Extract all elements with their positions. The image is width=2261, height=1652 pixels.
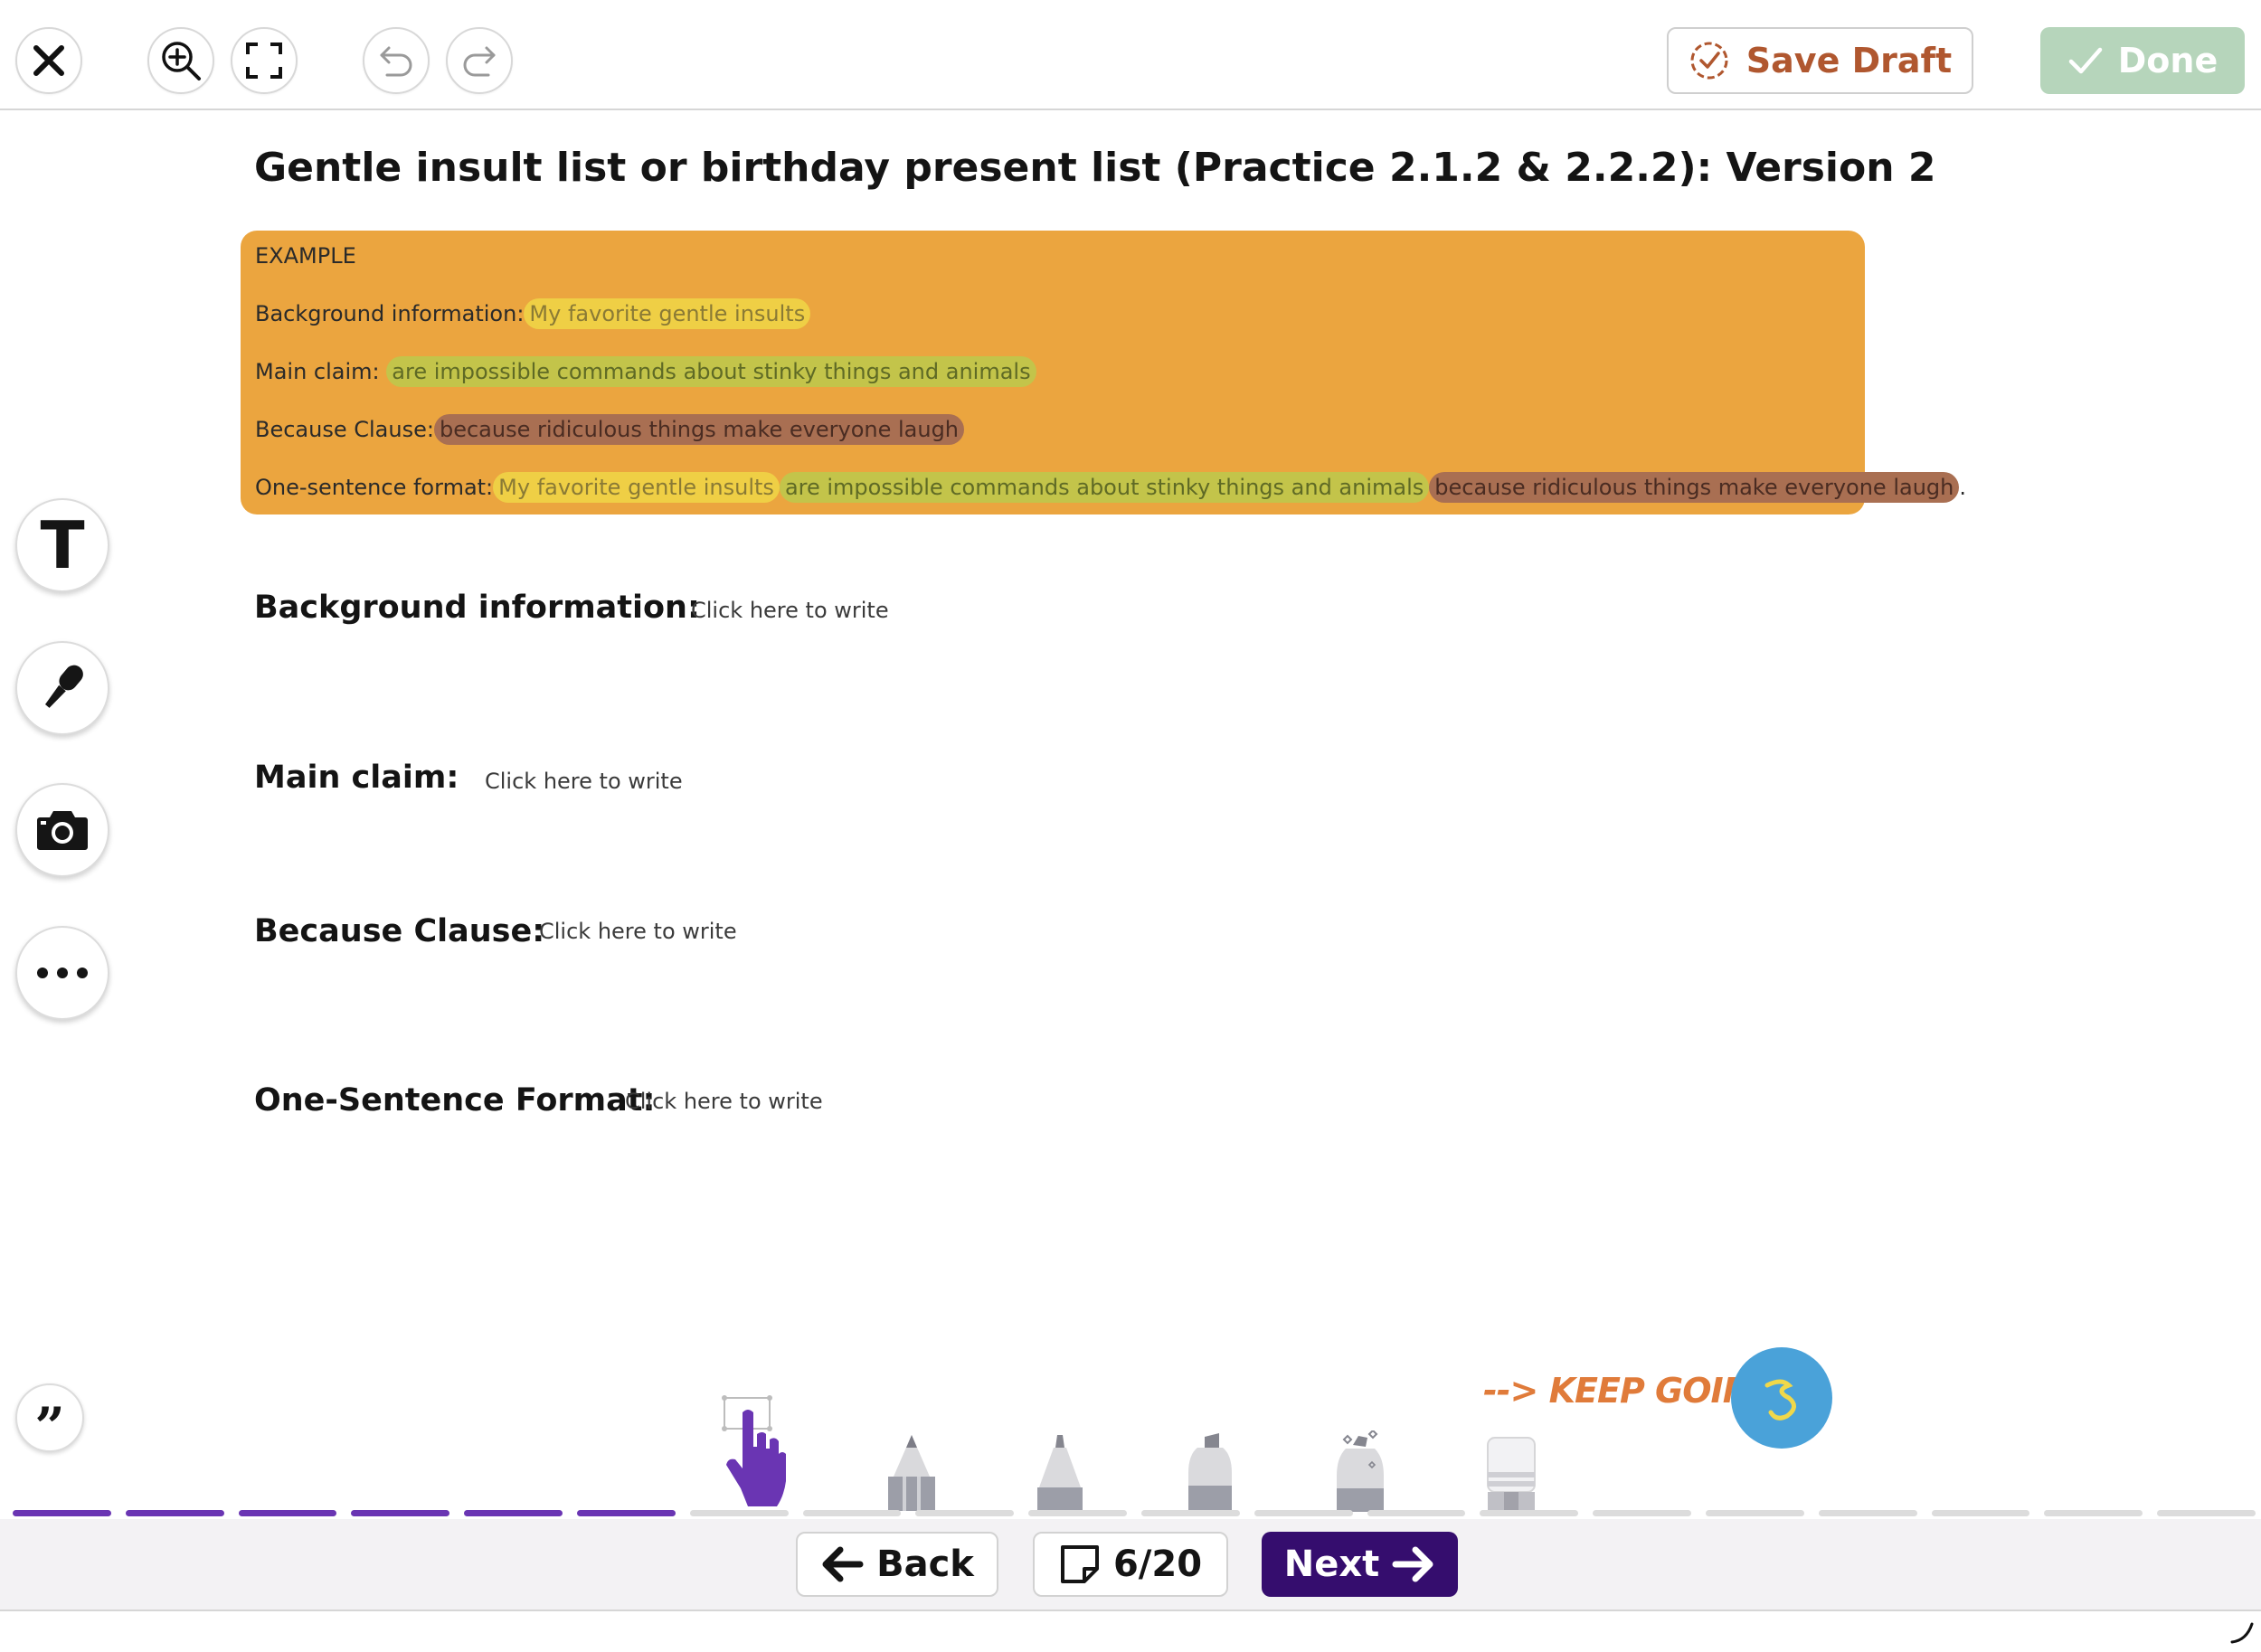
squiggle-icon <box>1764 1379 1796 1421</box>
page-indicator-button[interactable]: 6/20 <box>1033 1532 1228 1597</box>
marker-tool[interactable] <box>1185 1433 1235 1511</box>
close-button[interactable] <box>15 27 82 94</box>
next-label: Next <box>1283 1543 1380 1585</box>
back-label: Back <box>876 1543 974 1585</box>
progress-segment <box>1593 1510 1691 1516</box>
fullscreen-button[interactable] <box>231 27 298 94</box>
microphone-icon <box>44 665 83 708</box>
top-toolbar: Save Draft Done <box>0 0 2261 110</box>
example-because-value: because ridiculous things make everyone … <box>433 414 965 445</box>
background-info-input[interactable]: Click here to write <box>691 598 889 623</box>
example-one-sentence-part3: because ridiculous things make everyone … <box>1429 472 1960 503</box>
example-one-sentence-part1: My favorite gentle insults <box>493 472 780 503</box>
pencil-tool[interactable] <box>886 1433 937 1511</box>
glitter-tool[interactable] <box>1333 1430 1387 1512</box>
resize-handle-icon <box>2230 1622 2254 1644</box>
progress-segment <box>1141 1510 1240 1516</box>
quote-icon: ” <box>34 1396 65 1458</box>
camera-icon <box>37 811 88 850</box>
undo-button[interactable] <box>363 27 430 94</box>
one-sentence-format-label: One-Sentence Format: <box>254 1082 656 1119</box>
progress-segment <box>238 1510 337 1516</box>
progress-segment <box>1706 1510 1804 1516</box>
zoom-in-icon <box>162 42 201 80</box>
microphone-button[interactable] <box>15 641 109 735</box>
redo-icon <box>463 46 496 77</box>
note-page-icon <box>1060 1545 1099 1583</box>
checkmark-icon <box>2068 47 2102 74</box>
progress-segment <box>689 1510 789 1516</box>
progress-segment <box>1818 1510 1917 1516</box>
pen-tool[interactable] <box>1036 1433 1084 1511</box>
example-because-line: Because Clause: because ridiculous things… <box>255 414 965 445</box>
example-one-sentence-label: One-sentence format: <box>255 475 494 500</box>
progress-segment <box>1028 1510 1127 1516</box>
progress-segment <box>1367 1510 1466 1516</box>
example-main-claim-line: Main claim: are impossible commands abou… <box>255 356 1036 387</box>
example-one-sentence-part2: are impossible commands about stinky thi… <box>779 472 1430 503</box>
arrow-right-icon <box>1392 1546 1433 1582</box>
progress-segment <box>1253 1510 1353 1516</box>
camera-button[interactable] <box>15 783 109 877</box>
progress-segment <box>802 1510 902 1516</box>
arrow-left-icon <box>822 1546 864 1582</box>
zoom-button[interactable] <box>147 27 214 94</box>
hand-pointer-tool[interactable] <box>721 1394 791 1510</box>
example-because-label: Because Clause: <box>255 417 434 442</box>
one-sentence-format-input[interactable]: Click here to write <box>625 1089 823 1114</box>
encouragement-badge <box>1731 1347 1832 1449</box>
main-claim-label: Main claim: <box>254 760 459 796</box>
example-one-sentence-line: One-sentence format: My favorite gentle i… <box>255 472 1966 503</box>
progress-segment <box>2157 1510 2256 1516</box>
progress-segment <box>915 1510 1015 1516</box>
progress-segment <box>464 1510 563 1516</box>
progress-segment <box>125 1510 224 1516</box>
example-background-value: My favorite gentle insults <box>524 298 811 329</box>
next-button[interactable]: Next <box>1262 1532 1458 1597</box>
more-options-button[interactable] <box>15 926 109 1020</box>
redo-button[interactable] <box>446 27 513 94</box>
example-main-claim-label: Main claim: <box>255 359 380 384</box>
quote-button[interactable]: ” <box>15 1383 84 1458</box>
save-draft-button[interactable]: Save Draft <box>1667 27 1973 94</box>
example-heading: EXAMPLE <box>255 243 356 269</box>
progress-segment <box>1480 1510 1579 1516</box>
progress-segment <box>1931 1510 2030 1516</box>
close-icon <box>33 45 64 76</box>
progress-segment <box>2044 1510 2143 1516</box>
text-tool-button[interactable]: T <box>15 498 109 592</box>
main-claim-input[interactable]: Click here to write <box>485 769 683 794</box>
back-button[interactable]: Back <box>796 1532 998 1597</box>
save-draft-label: Save Draft <box>1745 41 1953 80</box>
example-main-claim-value: are impossible commands about stinky thi… <box>386 356 1036 387</box>
check-circle-icon <box>1690 42 1728 80</box>
progress-segment <box>13 1510 111 1516</box>
example-box: EXAMPLE Background information: My favori… <box>241 231 1966 514</box>
page-indicator: 6/20 <box>1112 1543 1203 1585</box>
progress-segment <box>577 1510 676 1516</box>
background-info-label: Background information: <box>254 590 700 626</box>
progress-bar <box>13 1510 2256 1517</box>
example-background-line: Background information: My favorite gentl… <box>255 298 811 329</box>
page-title: Gentle insult list or birthday present l… <box>254 145 1936 191</box>
because-clause-label: Because Clause: <box>254 913 545 949</box>
example-background-label: Background information: <box>255 301 525 326</box>
done-label: Done <box>2117 41 2218 80</box>
because-clause-input[interactable]: Click here to write <box>539 919 737 944</box>
fullscreen-icon <box>246 42 282 79</box>
text-tool-icon: T <box>40 507 85 583</box>
eraser-tool[interactable] <box>1486 1436 1537 1512</box>
example-one-sentence-end: . <box>1959 475 1966 500</box>
footer-bar: Back 6/20 Next <box>0 1519 2261 1611</box>
progress-segment <box>351 1510 450 1516</box>
more-icon <box>37 968 88 978</box>
done-button[interactable]: Done <box>2040 27 2245 94</box>
undo-icon <box>380 46 412 77</box>
